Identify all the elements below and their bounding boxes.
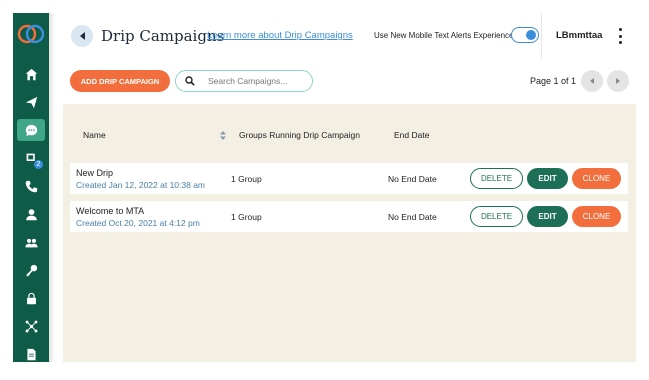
add-drip-campaign-button[interactable]: ADD DRIP CAMPAIGN [70,70,170,92]
key-icon[interactable] [17,259,45,281]
clone-button[interactable]: CLONE [572,168,621,189]
search-input[interactable]: Search Campaigns... [175,70,313,92]
header-name[interactable]: Name [83,130,106,140]
new-experience-toggle[interactable] [511,27,539,43]
prev-page-button[interactable] [581,70,603,92]
edit-button[interactable]: EDIT [527,168,568,189]
network-icon[interactable] [17,315,45,337]
clone-button[interactable]: CLONE [572,206,621,227]
sidebar: 2 [13,13,49,362]
edit-button[interactable]: EDIT [527,206,568,227]
more-options-icon[interactable] [615,26,625,46]
end-date: No End Date [388,174,437,184]
page-info: Page 1 of 1 [530,76,577,86]
chat-icon[interactable] [17,119,45,141]
notification-badge: 2 [34,160,43,169]
search-icon [185,76,195,86]
created-date: Created Oct 20, 2021 at 4:12 pm [76,218,200,228]
chevron-right-icon [616,78,620,84]
user-name[interactable]: LBmmttaa [556,30,602,41]
chevron-left-icon [590,78,594,84]
toggle-knob [526,30,536,40]
created-date: Created Jan 12, 2022 at 10:38 am [76,180,206,190]
send-icon[interactable] [17,91,45,113]
app-window: 2 Drip Campaigns Learn more about Drip C… [13,13,636,362]
sidebar-shadow [49,13,55,362]
header-end-date: End Date [394,130,430,140]
end-date: No End Date [388,212,437,222]
table-row: Welcome to MTA Created Oct 20, 2021 at 4… [70,201,628,232]
header-groups: Groups Running Drip Campaign [239,130,360,140]
user-icon[interactable] [17,203,45,225]
phone-icon[interactable] [17,175,45,197]
home-icon[interactable] [17,63,45,85]
next-page-button[interactable] [607,70,629,92]
search-placeholder: Search Campaigns... [208,76,288,86]
toggle-label: Use New Mobile Text Alerts Experience [374,31,514,40]
delete-button[interactable]: DELETE [470,206,523,227]
chevron-left-icon [79,32,85,40]
delete-button[interactable]: DELETE [470,168,523,189]
table-row: New Drip Created Jan 12, 2022 at 10:38 a… [70,163,628,194]
mobile-message-icon[interactable]: 2 [17,147,45,169]
learn-more-link[interactable]: Learn more about Drip Campaigns [207,30,353,41]
groups-count: 1 Group [231,174,262,184]
campaign-name: New Drip [76,168,114,178]
top-bar: Drip Campaigns Learn more about Drip Cam… [49,13,636,59]
campaign-name: Welcome to MTA [76,206,145,216]
campaign-table: Name Groups Running Drip Campaign End Da… [63,104,636,362]
document-icon[interactable] [17,343,45,362]
sort-icon[interactable] [220,131,226,140]
divider [541,13,542,59]
back-button[interactable] [71,25,93,47]
group-icon[interactable] [17,231,45,253]
page-title: Drip Campaigns [101,27,225,45]
app-logo [17,24,45,44]
groups-count: 1 Group [231,212,262,222]
lock-icon[interactable] [17,287,45,309]
